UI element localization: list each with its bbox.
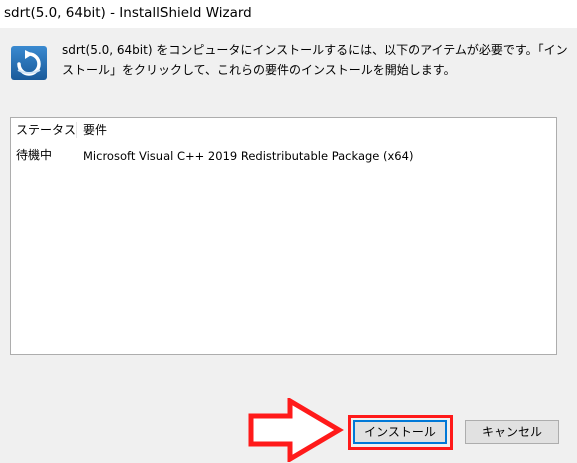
list-item[interactable]: 待機中 Microsoft Visual C++ 2019 Redistribu… [11, 145, 556, 165]
title-bar: sdrt(5.0, 64bit) - InstallShield Wizard [0, 0, 577, 28]
row-requirement: Microsoft Visual C++ 2019 Redistributabl… [83, 149, 414, 163]
requirement-column-header[interactable]: 要件 [83, 122, 107, 138]
status-column-header[interactable]: ステータス [16, 122, 76, 138]
requirements-list[interactable]: ステータス 要件 待機中 Microsoft Visual C++ 2019 R… [10, 117, 557, 355]
instruction-message: sdrt(5.0, 64bit) をコンピュータにインストールするには、以下のア… [62, 43, 568, 77]
cancel-button[interactable]: キャンセル [465, 420, 559, 444]
row-status: 待機中 [16, 148, 53, 162]
install-button[interactable]: インストール [353, 420, 447, 444]
column-divider[interactable] [76, 122, 77, 138]
installer-icon [11, 42, 47, 82]
requirements-header: ステータス 要件 [11, 118, 556, 142]
window-title: sdrt(5.0, 64bit) - InstallShield Wizard [4, 5, 252, 21]
right-arrow-icon [248, 398, 344, 462]
